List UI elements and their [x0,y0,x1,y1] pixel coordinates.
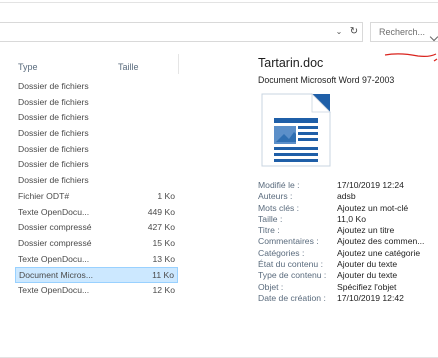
file-type-cell: Fichier ODT# [18,190,70,201]
file-type-cell: Dossier de fichiers [18,159,89,170]
preview-properties: Modifié le : 17/10/2019 12:24 Auteurs : ads… [258,180,438,304]
property-label: Type de contenu : [258,270,327,281]
property-label: Taille : [258,213,283,224]
file-size-cell: 449 Ko [147,206,175,217]
property-value[interactable]: 17/10/2019 12:24 [337,180,404,190]
file-size-cell: 1 Ko [157,190,175,201]
file-size-cell: 11 Ko [152,270,174,281]
file-size-cell: 427 Ko [147,222,175,233]
property-row: État du contenu : Ajouter du texte [258,259,438,270]
property-label: Objet : [258,281,284,292]
property-row: Catégories : Ajoutez une catégorie [258,248,438,259]
file-row[interactable]: Dossier de fichiers [15,157,178,173]
property-label: Catégories : [258,247,305,258]
property-row: Mots clés : Ajoutez un mot-clé [258,203,438,214]
file-type-cell: Dossier de fichiers [18,143,89,154]
file-size-cell: 12 Ko [152,284,175,295]
property-row: Titre : Ajoutez un titre [258,225,438,236]
property-value[interactable]: Spécifiez l'objet [337,282,396,292]
property-label: Date de création : [258,292,326,303]
file-row[interactable]: Dossier compressé 427 Ko [15,220,178,236]
file-type-cell: Dossier de fichiers [18,128,89,139]
file-row[interactable]: Dossier de fichiers [15,173,178,189]
property-label: Titre : [258,225,280,236]
file-size-cell: 13 Ko [152,253,175,264]
column-header-size[interactable]: Taille [118,62,139,72]
file-type-cell: Texte OpenDocu... [18,206,90,217]
preview-pane: Tartarin.doc Document Microsoft Word 97-… [258,0,438,358]
file-type-cell: Dossier compressé [18,237,92,248]
file-type-cell: Dossier de fichiers [18,96,89,107]
property-row: Modifié le : 17/10/2019 12:24 [258,180,438,191]
property-label: Modifié le : [258,180,300,190]
file-type-cell: Texte OpenDocu... [18,284,90,295]
file-list: Dossier de fichiers Dossier de fichiers Do… [15,79,178,299]
file-type-cell: Dossier de fichiers [18,81,89,91]
file-type-cell: Texte OpenDocu... [18,253,90,264]
property-value[interactable]: adsb [337,191,356,201]
file-row[interactable]: Fichier ODT# 1 Ko [15,189,178,205]
property-value[interactable]: Ajouter du texte [337,270,397,280]
file-type-cell: Document Micros... [19,270,94,281]
property-value[interactable]: Ajoutez des commen... [337,236,424,246]
preview-filetype: Document Microsoft Word 97-2003 [258,75,395,85]
property-value[interactable]: 17/10/2019 12:42 [337,293,404,303]
file-row[interactable]: Texte OpenDocu... 12 Ko [15,283,178,299]
property-value[interactable]: Ajouter du texte [337,259,397,269]
file-row[interactable]: Dossier de fichiers [15,142,178,158]
word-document-icon [261,93,331,167]
column-divider[interactable] [178,54,179,74]
file-type-cell: Dossier de fichiers [18,112,89,123]
property-label: Mots clés : [258,202,300,213]
preview-filename: Tartarin.doc [258,56,324,70]
file-size-cell: 15 Ko [152,237,175,248]
file-row[interactable]: Dossier compressé 15 Ko [15,236,178,252]
property-value[interactable]: Ajoutez une catégorie [337,248,420,258]
property-label: Auteurs : [258,191,293,202]
file-row[interactable]: Texte OpenDocu... 449 Ko [15,205,178,221]
property-value[interactable]: 11,0 Ko [337,214,366,224]
file-row[interactable]: Dossier de fichiers [15,126,178,142]
file-row[interactable]: Dossier de fichiers [15,110,178,126]
property-row: Type de contenu : Ajouter du texte [258,270,438,281]
property-label: État du contenu : [258,259,323,270]
file-row[interactable]: Dossier de fichiers [15,79,178,95]
file-type-cell: Dossier de fichiers [18,175,89,186]
property-value[interactable]: Ajoutez un mot-clé [337,203,408,213]
file-row[interactable]: Dossier de fichiers [15,95,178,111]
property-row: Date de création : 17/10/2019 12:42 [258,293,438,304]
property-label: Commentaires : [258,236,319,247]
property-value[interactable]: Ajoutez un titre [337,225,394,235]
file-row[interactable]: Texte OpenDocu... 13 Ko [15,252,178,268]
column-header-type[interactable]: Type [18,62,38,72]
file-row[interactable]: Document Micros... 11 Ko [15,267,178,283]
property-row: Taille : 11,0 Ko [258,214,438,225]
file-type-cell: Dossier compressé [18,222,92,233]
property-row: Objet : Spécifiez l'objet [258,282,438,293]
property-row: Auteurs : adsb [258,191,438,202]
property-row: Commentaires : Ajoutez des commen... [258,236,438,247]
